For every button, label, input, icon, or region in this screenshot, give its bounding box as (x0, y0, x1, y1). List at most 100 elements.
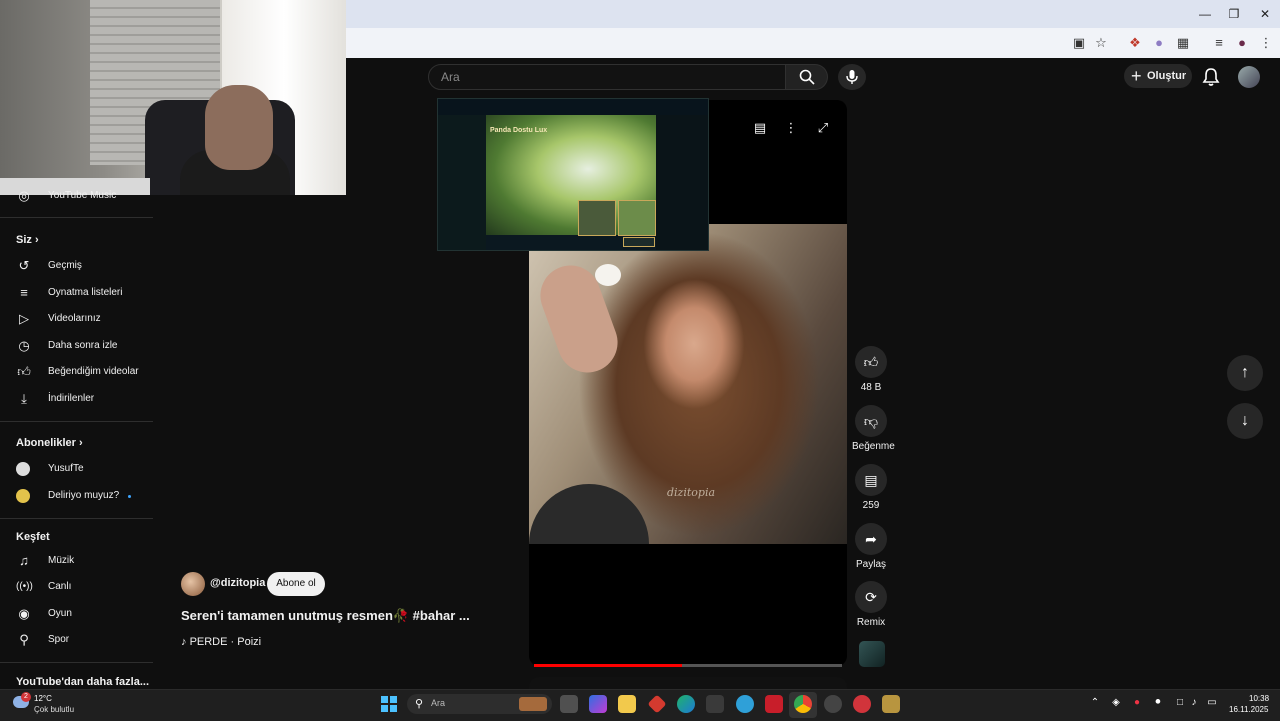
mcafee-icon[interactable] (765, 695, 783, 713)
taskbar-search[interactable]: ⚲ Ara (407, 694, 552, 714)
windows-taskbar (0, 689, 1280, 721)
comments-action[interactable]: ▤ 259 (852, 464, 890, 511)
channel-avatar[interactable] (181, 572, 205, 596)
close-window-button[interactable]: ✕ (1250, 4, 1280, 24)
subscribe-button[interactable]: Abone ol (267, 572, 325, 596)
reading-list-icon[interactable]: ≡ (1210, 34, 1228, 52)
music-attribution[interactable]: ♪ PERDE · Poizi (181, 636, 261, 648)
more-from-youtube-header: YouTube'dan daha fazla... (16, 676, 149, 688)
playlist-icon: ≡ (20, 285, 28, 300)
sidebar-item-label: Spor (48, 634, 70, 645)
browser-menu-icon[interactable]: ⋮ (1257, 34, 1275, 52)
profile-avatar[interactable]: ● (1233, 34, 1251, 52)
thumbs-down-icon[interactable]: 👎︎ (855, 405, 887, 437)
search-button[interactable] (786, 64, 828, 90)
install-app-icon[interactable]: ▣ (1070, 34, 1088, 52)
video-title[interactable]: Seren'i tamamen unutmuş resmen🥀 #bahar .… (181, 608, 470, 624)
volume-icon[interactable]: ♪ (1188, 697, 1200, 709)
notifications-bell-icon[interactable] (1200, 66, 1222, 88)
search-placeholder: Ara (441, 70, 460, 84)
explore-section-header: Keşfet (16, 531, 50, 543)
sidebar-item-label: Deliriyo muyuz? (48, 490, 120, 501)
like-count: 48 B (860, 382, 882, 393)
tray-app-icon[interactable]: ◈ (1110, 697, 1122, 709)
you-header-label: Siz (16, 234, 32, 246)
minimize-button[interactable]: — (1190, 4, 1220, 24)
remix-icon[interactable]: ⟳ (855, 581, 887, 613)
task-view-icon[interactable] (560, 695, 578, 713)
next-short-preview[interactable] (529, 677, 847, 689)
your-videos-icon: ▷ (19, 311, 29, 326)
microphone-icon[interactable]: ⚫ (1152, 697, 1164, 709)
history-icon: ↺ (18, 258, 30, 273)
download-icon: ⤓ (21, 391, 27, 406)
voice-search-button[interactable] (838, 64, 866, 90)
extensions-puzzle-icon[interactable]: ▦ (1174, 34, 1192, 52)
weather-condition[interactable]: Çok bulutlu (34, 705, 74, 714)
app-icon[interactable] (853, 695, 871, 713)
league-of-legends-icon[interactable] (882, 695, 900, 713)
sidebar-item-label: İndirilenler (48, 393, 95, 404)
captions-icon[interactable]: ▤ (751, 120, 769, 136)
plus-icon: + (1131, 66, 1142, 86)
network-icon[interactable]: □ (1174, 697, 1186, 709)
taskbar-time[interactable]: 10:38 (1249, 694, 1269, 703)
video-progress-bar[interactable] (534, 664, 842, 667)
create-button[interactable]: + Oluştur (1124, 64, 1192, 88)
app-icon[interactable] (736, 695, 754, 713)
divider (0, 518, 153, 519)
edge-browser-icon[interactable] (677, 695, 695, 713)
game-top-bar (438, 99, 708, 115)
comment-icon[interactable]: ▤ (855, 464, 887, 496)
remix-label: Remix (856, 617, 886, 628)
start-windows-icon[interactable] (381, 696, 397, 712)
more-options-icon[interactable]: ⋮ (782, 120, 800, 136)
you-section-header[interactable]: Siz › (16, 234, 39, 246)
next-short-button[interactable]: ↓ (1227, 403, 1263, 439)
clock-icon: ◷ (18, 338, 30, 353)
search-highlight-image (519, 697, 547, 711)
app-icon[interactable] (824, 695, 842, 713)
weather-temperature[interactable]: 12°C (34, 694, 52, 703)
account-avatar[interactable] (1238, 66, 1260, 88)
flower (595, 264, 621, 286)
skin-title: Panda Dostu Lux (490, 127, 548, 134)
copilot-icon[interactable] (589, 695, 607, 713)
chrome-icon[interactable] (794, 695, 812, 713)
sidebar-item-label: YouTube Music (48, 190, 117, 201)
divider (0, 421, 153, 422)
sidebar-item-label: YusufTe (48, 463, 84, 474)
like-action[interactable]: 👍︎ 48 B (852, 346, 890, 393)
share-action[interactable]: ➦ Paylaş (852, 523, 890, 570)
taskbar-date[interactable]: 16.11.2025 (1229, 705, 1268, 714)
subscriptions-section-header[interactable]: Abonelikler › (16, 437, 83, 449)
channel-handle[interactable]: @dizitopia (210, 577, 265, 589)
fullscreen-icon[interactable]: ⤢ (814, 120, 832, 136)
sidebar-item-label: Daha sonra izle (48, 340, 118, 351)
sound-thumbnail[interactable] (859, 641, 885, 667)
share-arrow-icon[interactable]: ➦ (855, 523, 887, 555)
store-icon[interactable] (706, 695, 724, 713)
music-note-icon: ♫ (19, 553, 29, 568)
remix-action[interactable]: ⟳ Remix (852, 581, 890, 628)
extension-icon[interactable]: ● (1150, 34, 1168, 52)
restore-button[interactable]: ❐ (1219, 4, 1249, 24)
music-label: PERDE · Poizi (189, 636, 262, 648)
comment-count: 259 (862, 500, 880, 511)
search-input[interactable]: Ara (428, 64, 786, 90)
subscriptions-header-label: Abonelikler (16, 437, 76, 449)
previous-short-button[interactable]: ↑ (1227, 355, 1263, 391)
notification-badge: 2 (21, 692, 31, 702)
show-hidden-icons-chevron[interactable]: ⌃ (1089, 697, 1101, 709)
battery-icon[interactable]: ▭ (1206, 697, 1218, 709)
tray-app-icon[interactable]: ● (1131, 697, 1143, 709)
extension-icon[interactable]: ❖ (1126, 34, 1144, 52)
divider (0, 662, 153, 663)
webcam-overlay (0, 0, 346, 195)
thumbs-up-icon[interactable]: 👍︎ (855, 346, 887, 378)
file-explorer-icon[interactable] (618, 695, 636, 713)
bookmark-star-icon[interactable]: ☆ (1092, 34, 1110, 52)
gamepad-icon: ◉ (18, 606, 30, 621)
dislike-action[interactable]: 👎︎ Beğenme (852, 405, 895, 452)
sidebar-item-label: Canlı (48, 581, 72, 592)
